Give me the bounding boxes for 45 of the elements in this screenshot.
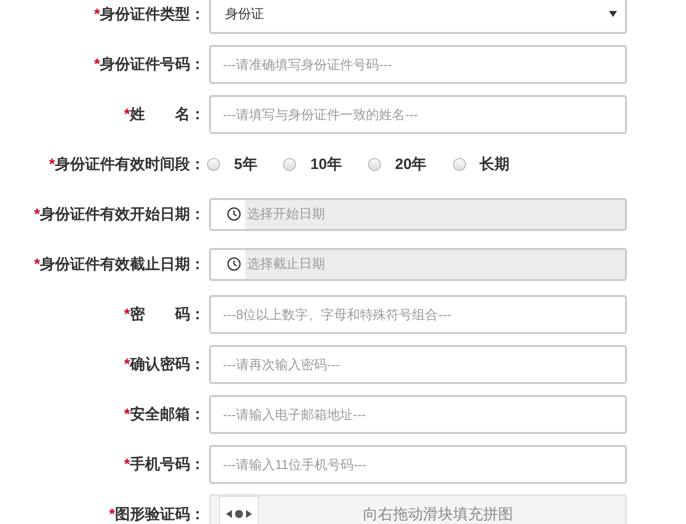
caret-icon [609,11,617,17]
required-mark: * [124,456,130,472]
field-label: 身份证件有效时间段： [55,156,205,172]
input-field[interactable]: ---请填写与身份证件一致的姓名--- [209,94,627,134]
field-label: 手机号码： [130,456,205,472]
slider-handle[interactable] [219,496,259,524]
input-field[interactable]: ---8位以上数字、字母和特殊符号组合--- [209,294,627,334]
required-mark: * [49,156,55,172]
required-mark: * [109,506,115,522]
input-field[interactable]: ---请输入电子邮箱地址--- [209,394,627,434]
input-field[interactable]: ---请准确填写身份证件号码--- [209,44,627,84]
radio-button[interactable] [283,158,296,170]
clock-icon [227,257,241,271]
field-label: 姓 名： [130,106,205,122]
required-mark: * [94,56,100,72]
radio-label: 5年 [234,154,258,174]
select-field[interactable]: 身份证 [209,0,627,34]
required-mark: * [34,256,40,272]
radio-button[interactable] [207,158,220,170]
radio-button[interactable] [452,158,466,170]
radio-label: 20年 [395,154,427,174]
required-mark: * [124,106,130,122]
field-label: 身份证件号码： [100,56,205,72]
required-mark: * [34,206,40,222]
field-label: 身份证件类型： [100,6,205,22]
date-field[interactable]: 选择开始日期 [209,198,627,230]
required-mark: * [124,306,130,322]
slider-hint: 向右拖动滑块填充拼图 [363,504,513,524]
input-field[interactable]: ---请再次输入密码--- [209,344,627,384]
field-label: 确认密码： [130,356,205,372]
clock-icon [227,207,241,221]
input-field[interactable]: ---请输入11位手机号码--- [209,444,627,484]
field-label: 安全邮箱： [130,406,205,422]
required-mark: * [124,406,130,422]
radio-label: 10年 [310,154,342,174]
radio-button[interactable] [368,158,382,170]
required-mark: * [124,356,130,372]
field-label: 密 码： [130,306,205,322]
field-label: 身份证件有效截止日期： [40,256,205,272]
field-label: 图形验证码： [115,506,205,522]
required-mark: * [94,6,100,22]
arrows-icon [226,509,252,519]
date-field[interactable]: 选择截止日期 [209,248,627,280]
field-label: 身份证件有效开始日期： [40,206,205,222]
radio-label: 长期 [480,154,510,174]
